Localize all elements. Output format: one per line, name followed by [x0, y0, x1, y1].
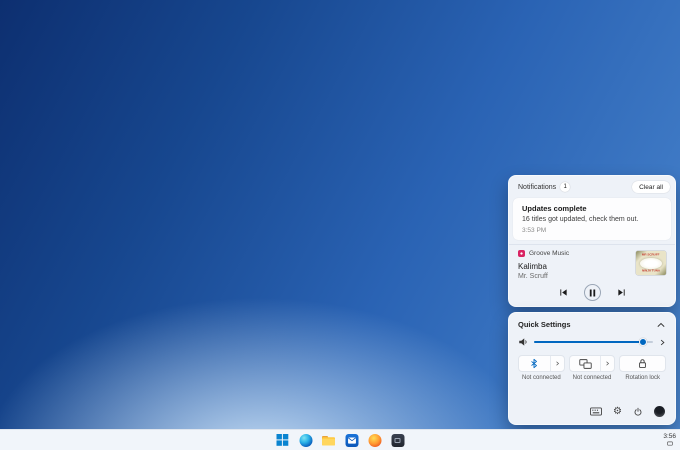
mail-app-button[interactable]: [345, 433, 359, 447]
notification-card[interactable]: Updates complete 16 titles got updated, …: [513, 198, 671, 240]
notification-center-panel: Notifications 1 Clear all Updates comple…: [508, 175, 676, 307]
gear-icon: ⚙: [613, 405, 622, 417]
chevron-right-icon: [606, 361, 610, 366]
keyboard-icon: [590, 407, 602, 416]
cast-tile-label: Not connected: [572, 375, 612, 381]
chevron-right-icon: [555, 361, 559, 366]
clock: 3:56: [663, 432, 676, 440]
rotation-lock-tile-label: Rotation lock: [625, 375, 661, 381]
settings-button[interactable]: ⚙: [613, 405, 622, 417]
firefox-browser-button[interactable]: [368, 433, 382, 447]
media-player-card: Groove Music Kalimba Mr. Scruff MR SCRUF…: [509, 244, 675, 305]
file-explorer-button[interactable]: [322, 433, 336, 447]
media-app-name: Groove Music: [529, 250, 570, 257]
volume-row: [509, 333, 675, 349]
bluetooth-tile-label: Not connected: [521, 375, 561, 381]
clear-all-button[interactable]: Clear all: [632, 181, 670, 193]
cast-tile: Not connected: [568, 355, 616, 381]
quick-settings-bottom-row: ⚙: [509, 406, 675, 424]
notification-title: Updates complete: [522, 204, 587, 213]
edge-browser-button[interactable]: [299, 433, 313, 447]
media-controls: [518, 284, 666, 301]
taskbar: 3:56: [0, 429, 680, 450]
chevron-up-icon: [657, 322, 665, 327]
windows-logo-icon: [276, 434, 289, 446]
volume-slider[interactable]: [534, 337, 653, 347]
app-window-glyph: [394, 437, 401, 443]
pause-icon: [589, 289, 595, 296]
volume-expand-button[interactable]: [659, 338, 666, 347]
next-track-button[interactable]: [617, 288, 626, 297]
dark-app-button[interactable]: [391, 433, 405, 447]
notifications-title: Notifications: [518, 183, 557, 191]
edge-icon: [299, 433, 312, 447]
taskbar-icon-group: [276, 430, 405, 450]
bluetooth-button[interactable]: [518, 355, 565, 372]
rotation-lock-button[interactable]: [619, 355, 667, 372]
user-avatar-icon: [654, 406, 665, 417]
album-art-top-text: MR SCRUFF: [642, 253, 660, 257]
album-art-bottom-text: NINJA TUNA: [641, 269, 661, 273]
mail-icon: [345, 433, 358, 447]
volume-slider-fill: [534, 340, 644, 344]
cast-icon-area: [570, 356, 601, 371]
firefox-icon: [368, 433, 381, 447]
collapse-quick-settings-button[interactable]: [656, 321, 666, 329]
system-tray[interactable]: 3:56: [663, 430, 676, 450]
notifications-header: Notifications 1 Clear all: [509, 176, 675, 197]
rotation-lock-icon-area: [620, 356, 665, 371]
pause-button[interactable]: [583, 284, 601, 301]
chevron-right-icon: [660, 339, 665, 345]
speaker-icon: [519, 338, 527, 346]
cast-icon: [578, 358, 592, 369]
touch-keyboard-button[interactable]: [590, 407, 602, 416]
folder-icon: [322, 435, 335, 445]
user-account-button[interactable]: [654, 406, 665, 417]
quick-settings-title: Quick Settings: [518, 320, 571, 329]
quick-settings-tiles: Not connected Not connected Rotation loc…: [509, 349, 675, 381]
quick-settings-panel: Quick Settings Not connected Not connect…: [508, 312, 676, 425]
rotation-lock-tile: Rotation lock: [619, 355, 667, 381]
album-art-blob: [640, 257, 662, 269]
power-icon: [634, 407, 642, 416]
rotation-lock-icon: [639, 359, 647, 368]
bluetooth-tile: Not connected: [518, 355, 565, 381]
next-icon: [617, 289, 625, 296]
previous-track-button[interactable]: [559, 288, 568, 297]
power-button[interactable]: [633, 407, 643, 417]
start-button[interactable]: [276, 433, 290, 447]
cast-expand-button[interactable]: [600, 356, 614, 371]
bluetooth-icon-area: [519, 356, 550, 371]
quick-settings-header: Quick Settings: [509, 313, 675, 333]
cast-button[interactable]: [568, 355, 616, 372]
groove-music-icon: [518, 250, 525, 257]
bluetooth-icon: [531, 358, 538, 369]
dark-app-icon: [391, 433, 404, 447]
volume-slider-knob[interactable]: [639, 338, 648, 346]
notification-body: 16 titles got updated, check them out.: [522, 216, 639, 223]
tray-indicator-icon: [666, 441, 673, 446]
notification-count-badge: 1: [560, 182, 571, 192]
album-art: MR SCRUFF NINJA TUNA: [636, 251, 666, 275]
bluetooth-expand-button[interactable]: [549, 356, 564, 371]
notification-time: 3:53 PM: [522, 227, 547, 234]
previous-icon: [559, 289, 567, 296]
